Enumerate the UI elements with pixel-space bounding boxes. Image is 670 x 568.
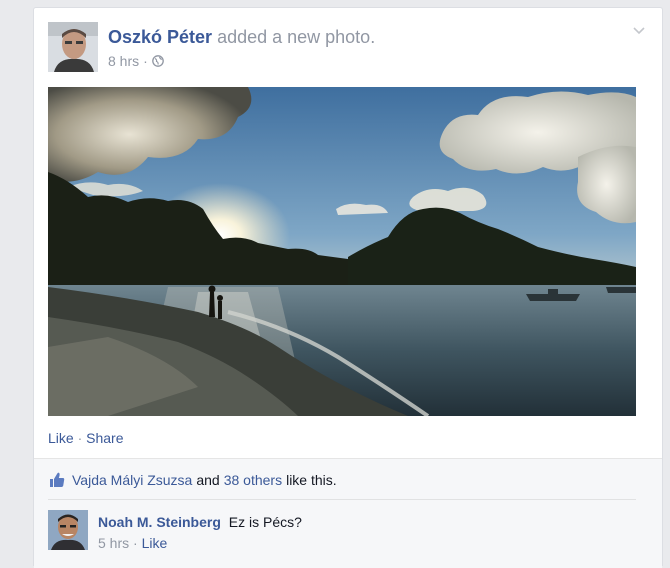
globe-icon[interactable] [151, 55, 164, 67]
story-header: Oszkó Péter added a new photo. [108, 26, 375, 48]
news-feed-story: Oszkó Péter added a new photo. 8 hrs · L… [33, 7, 663, 568]
author-name-link[interactable]: Oszkó Péter [108, 27, 212, 47]
liker-name-link[interactable]: Vajda Mályi Zsuzsa [72, 472, 192, 488]
likes-and-text: and [196, 472, 220, 488]
comment-like-link[interactable]: Like [142, 535, 168, 551]
feedback-section: Vajda Mályi Zsuzsa and 38 others like th… [34, 458, 662, 568]
author-avatar[interactable] [48, 22, 98, 72]
commenter-name-link[interactable]: Noah M. Steinberg [98, 514, 221, 530]
comment-meta-separator: · [133, 535, 138, 551]
post-timestamp[interactable]: 8 hrs [108, 52, 139, 70]
likes-suffix-text: like this. [286, 472, 337, 488]
others-link[interactable]: 38 others [224, 472, 282, 488]
chevron-down-icon[interactable] [630, 22, 648, 40]
commenter-avatar[interactable] [48, 510, 88, 550]
story-meta: 8 hrs · [108, 52, 164, 70]
like-link[interactable]: Like [48, 430, 74, 446]
comment-timestamp[interactable]: 5 hrs [98, 535, 129, 551]
story-actions: Like · Share [48, 429, 124, 447]
comment-meta: 5 hrs · Like [98, 534, 167, 552]
story-action-text: added a new photo. [217, 27, 376, 47]
thumbs-up-icon [48, 471, 72, 489]
share-link[interactable]: Share [86, 430, 123, 446]
meta-separator: · [143, 53, 148, 69]
comment-body: Noah M. Steinberg Ez is Pécs? [98, 513, 302, 531]
likes-summary: Vajda Mályi Zsuzsa and 38 others like th… [48, 468, 636, 492]
comment-text: Ez is Pécs? [228, 514, 302, 530]
feedback-divider [48, 499, 636, 500]
post-photo[interactable] [48, 87, 636, 416]
action-separator: · [77, 430, 83, 446]
